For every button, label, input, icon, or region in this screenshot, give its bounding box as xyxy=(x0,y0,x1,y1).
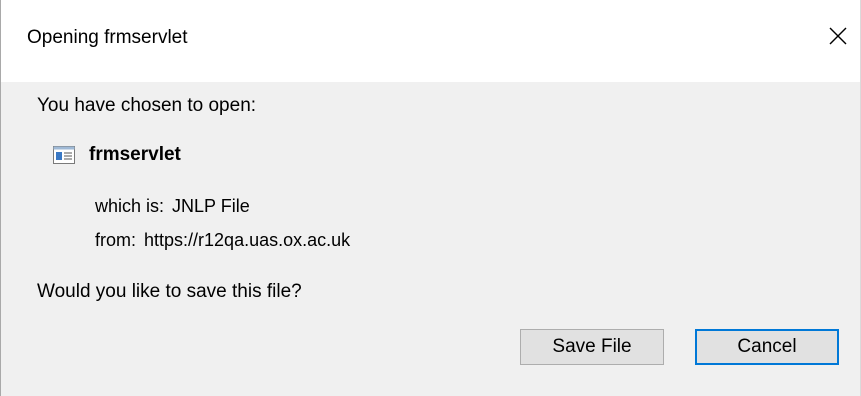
save-prompt: Would you like to save this file? xyxy=(37,281,302,302)
cancel-button[interactable]: Cancel xyxy=(695,329,839,365)
file-type-value: JNLP File xyxy=(172,196,250,216)
close-icon xyxy=(829,27,847,45)
close-button[interactable] xyxy=(816,14,860,58)
title-bar: Opening frmservlet xyxy=(1,0,860,82)
jnlp-file-icon xyxy=(53,146,75,164)
file-type-row: which is: JNLP File xyxy=(95,196,250,217)
save-file-button[interactable]: Save File xyxy=(520,329,664,365)
download-dialog: Opening frmservlet You have chosen to op… xyxy=(0,0,861,396)
file-row: frmservlet xyxy=(53,144,181,166)
file-source-value: https://r12qa.uas.ox.ac.uk xyxy=(144,230,351,250)
open-prompt: You have chosen to open: xyxy=(37,95,257,116)
file-source-label: from: xyxy=(95,230,137,250)
window-title: Opening frmservlet xyxy=(27,27,188,48)
file-source-row: from: https://r12qa.uas.ox.ac.uk xyxy=(95,230,350,251)
file-name: frmservlet xyxy=(89,144,181,165)
file-type-label: which is: xyxy=(95,196,165,216)
dialog-body: You have chosen to open: frmservlet whic… xyxy=(1,82,860,396)
